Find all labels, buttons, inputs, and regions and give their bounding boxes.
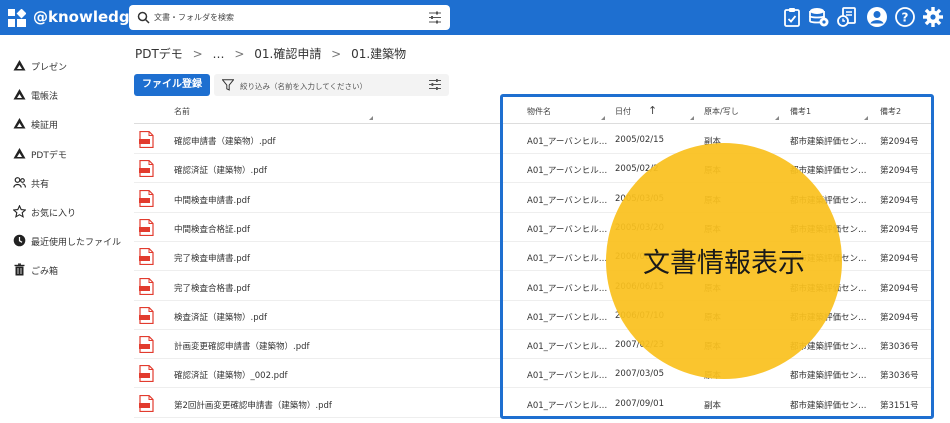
pdf-file-icon xyxy=(139,277,154,295)
upload-file-button[interactable]: ファイル登録 xyxy=(134,74,210,96)
pdf-file-icon xyxy=(139,394,154,412)
file-name[interactable]: 検査済証（建築物）.pdf xyxy=(174,311,474,323)
breadcrumb: PDTデモ > … > 01.確認申請 > 01.建築物 xyxy=(135,45,412,63)
filter-input[interactable]: 絞り込み（名前を入力してください） xyxy=(240,81,367,92)
pdf-file-icon xyxy=(139,160,154,178)
clipboard-icon[interactable] xyxy=(781,6,803,28)
annotation-label: 文書情報表示 xyxy=(643,248,805,279)
pdf-file-icon xyxy=(139,336,154,354)
file-name[interactable]: 中間検査申請書.pdf xyxy=(174,194,474,206)
breadcrumb-item-ellipsis[interactable]: … xyxy=(213,47,225,61)
app-logo-icon[interactable] xyxy=(8,9,26,27)
pdf-file-icon xyxy=(139,189,154,207)
filter-options-icon[interactable] xyxy=(429,79,441,90)
file-name[interactable]: 確認済証（建築物）.pdf xyxy=(174,164,474,176)
file-name[interactable]: 完了検査申請書.pdf xyxy=(174,252,474,264)
svg-text:?: ? xyxy=(902,11,909,25)
search-input[interactable]: 文書・フォルダを検索 xyxy=(154,12,234,23)
file-name[interactable]: 中間検査合格証.pdf xyxy=(174,223,474,235)
sidebar-item-recent[interactable]: 最近使用したファイル xyxy=(0,230,125,252)
filter-icon xyxy=(222,79,234,91)
database-settings-icon[interactable] xyxy=(808,6,830,28)
trash-icon xyxy=(14,263,25,276)
sidebar-item-presentation[interactable]: プレゼン xyxy=(0,55,125,77)
breadcrumb-item-pdt-demo[interactable]: PDTデモ xyxy=(135,47,183,61)
document-history-icon[interactable] xyxy=(836,6,858,28)
breadcrumb-separator: > xyxy=(331,47,342,61)
drive-icon xyxy=(13,148,26,159)
pdf-file-icon xyxy=(139,131,154,148)
clock-icon xyxy=(13,234,26,247)
column-header-name[interactable]: 名前 xyxy=(174,106,190,117)
file-name[interactable]: 確認済証（建築物）_002.pdf xyxy=(174,369,474,381)
sidebar-item-trash[interactable]: ごみ箱 xyxy=(0,259,125,281)
file-name[interactable]: 完了検査合格書.pdf xyxy=(174,282,474,294)
drive-icon xyxy=(13,89,26,100)
breadcrumb-item-building[interactable]: 01.建築物 xyxy=(351,47,406,61)
top-bar: @knowledge 文書・フォルダを検索 ? xyxy=(0,0,950,35)
column-resize-handle[interactable] xyxy=(369,116,373,120)
pdf-file-icon xyxy=(139,248,154,266)
account-icon[interactable] xyxy=(866,6,888,28)
drive-icon xyxy=(13,118,26,129)
star-icon xyxy=(13,205,26,218)
search-box[interactable]: 文書・フォルダを検索 xyxy=(129,5,450,30)
breadcrumb-separator: > xyxy=(234,47,245,61)
filter-box[interactable]: 絞り込み（名前を入力してください） xyxy=(214,74,449,96)
search-options-icon[interactable] xyxy=(428,11,442,24)
sidebar-item-denchoho[interactable]: 電帳法 xyxy=(0,84,125,106)
settings-icon[interactable] xyxy=(922,6,944,28)
sidebar-item-verification[interactable]: 検証用 xyxy=(0,113,125,135)
file-name[interactable]: 確認申請書（建築物）.pdf xyxy=(174,135,474,147)
breadcrumb-separator: > xyxy=(192,47,203,61)
pdf-file-icon xyxy=(139,306,154,324)
file-name[interactable]: 第2回計画変更確認申請書（建築物）.pdf xyxy=(174,399,474,411)
search-icon xyxy=(137,11,150,24)
pdf-file-icon xyxy=(139,365,154,383)
sidebar-item-favorites[interactable]: お気に入り xyxy=(0,201,125,223)
app-name: @knowledge xyxy=(33,8,140,26)
drive-icon xyxy=(13,60,26,71)
people-icon xyxy=(13,177,26,188)
sidebar-item-shared[interactable]: 共有 xyxy=(0,172,125,194)
file-name[interactable]: 計画変更確認申請書（建築物）.pdf xyxy=(174,340,474,352)
breadcrumb-item-confirmation[interactable]: 01.確認申請 xyxy=(254,47,321,61)
help-icon[interactable]: ? xyxy=(894,6,916,28)
sidebar-item-pdt-demo[interactable]: PDTデモ xyxy=(0,143,125,165)
pdf-file-icon xyxy=(139,218,154,236)
